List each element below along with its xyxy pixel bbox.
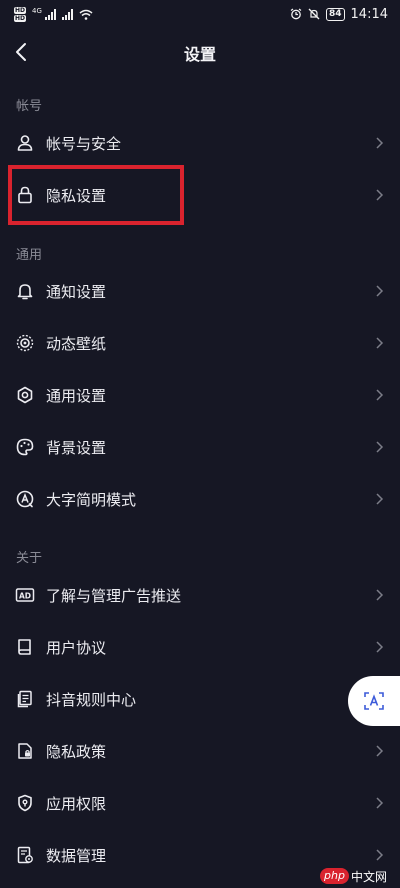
menu-item-ad-management[interactable]: AD 了解与管理广告推送 [0, 569, 400, 621]
menu-label: 数据管理 [46, 846, 107, 865]
menu-label: 用户协议 [46, 638, 107, 657]
network-label: 4G [32, 6, 42, 15]
page-title: 设置 [183, 45, 216, 64]
watermark-logo: php [320, 868, 349, 884]
chevron-right-icon [376, 797, 384, 809]
menu-item-rules-center[interactable]: 抖音规则中心 [0, 673, 400, 725]
section-header-general: 通用 [16, 248, 43, 263]
chevron-right-icon [376, 189, 384, 201]
lock-icon [15, 185, 35, 205]
menu-label: 大字简明模式 [46, 490, 137, 509]
shield-icon [15, 793, 35, 813]
menu-item-notification-settings[interactable]: 通知设置 [0, 265, 400, 317]
hd-indicator: HD HD [14, 6, 27, 22]
menu-item-account-security[interactable]: 帐号与安全 [0, 117, 400, 169]
status-time: 14:14 [350, 6, 388, 22]
privacy-policy-icon [15, 741, 35, 761]
menu-label: 帐号与安全 [46, 134, 122, 153]
section-header-about: 关于 [16, 551, 43, 566]
alarm-icon [290, 8, 302, 20]
menu-item-user-agreement[interactable]: 用户协议 [0, 621, 400, 673]
bell-icon [15, 281, 35, 301]
menu-label: 通用设置 [46, 386, 107, 405]
status-left: HD HD 4G [14, 6, 93, 22]
menu-item-privacy-policy[interactable]: 隐私政策 [0, 725, 400, 777]
book-icon [15, 637, 35, 657]
battery-icon: 84 [326, 7, 345, 21]
chevron-right-icon [376, 389, 384, 401]
menu-label: 应用权限 [46, 794, 107, 813]
menu-label: 了解与管理广告推送 [46, 586, 182, 605]
chevron-right-icon [376, 337, 384, 349]
mute-icon [308, 8, 320, 20]
menu-label: 背景设置 [46, 438, 107, 457]
document-icon [15, 689, 35, 709]
signal-icon-2 [61, 8, 73, 20]
chevron-right-icon [376, 137, 384, 149]
chevron-right-icon [376, 745, 384, 757]
menu-item-large-font-mode[interactable]: 大字简明模式 [0, 473, 400, 525]
menu-item-live-wallpaper[interactable]: 动态壁纸 [0, 317, 400, 369]
large-font-icon [15, 489, 35, 509]
menu-label: 通知设置 [46, 282, 107, 301]
status-bar: HD HD 4G 84 14:14 [0, 0, 400, 28]
chevron-right-icon [376, 849, 384, 861]
watermark: php 中文网 [320, 866, 387, 886]
svg-text:AD: AD [19, 591, 31, 600]
section-header-account: 帐号 [16, 99, 43, 114]
wifi-icon [79, 9, 93, 20]
text-recognition-icon [364, 692, 384, 710]
floating-assist-button[interactable] [348, 676, 400, 726]
signal-icon [44, 8, 56, 20]
live-wallpaper-icon [15, 333, 35, 353]
status-right: 84 14:14 [290, 7, 388, 22]
ad-icon: AD [15, 585, 35, 605]
chevron-right-icon [376, 285, 384, 297]
watermark-text: 中文网 [350, 869, 387, 884]
menu-item-background-settings[interactable]: 背景设置 [0, 421, 400, 473]
chevron-right-icon [376, 641, 384, 653]
palette-icon [15, 437, 35, 457]
menu-label: 抖音规则中心 [46, 690, 137, 709]
menu-item-privacy-settings[interactable]: 隐私设置 [0, 169, 400, 221]
user-icon [15, 133, 35, 153]
chevron-right-icon [376, 493, 384, 505]
chevron-right-icon [376, 589, 384, 601]
menu-label: 隐私设置 [46, 186, 107, 205]
data-management-icon [15, 845, 35, 865]
menu-item-app-permissions[interactable]: 应用权限 [0, 777, 400, 829]
chevron-right-icon [376, 441, 384, 453]
menu-label: 隐私政策 [46, 742, 107, 761]
gear-icon [15, 385, 35, 405]
top-bar: 设置 [0, 30, 400, 74]
menu-label: 动态壁纸 [46, 334, 107, 353]
menu-item-general-settings[interactable]: 通用设置 [0, 369, 400, 421]
